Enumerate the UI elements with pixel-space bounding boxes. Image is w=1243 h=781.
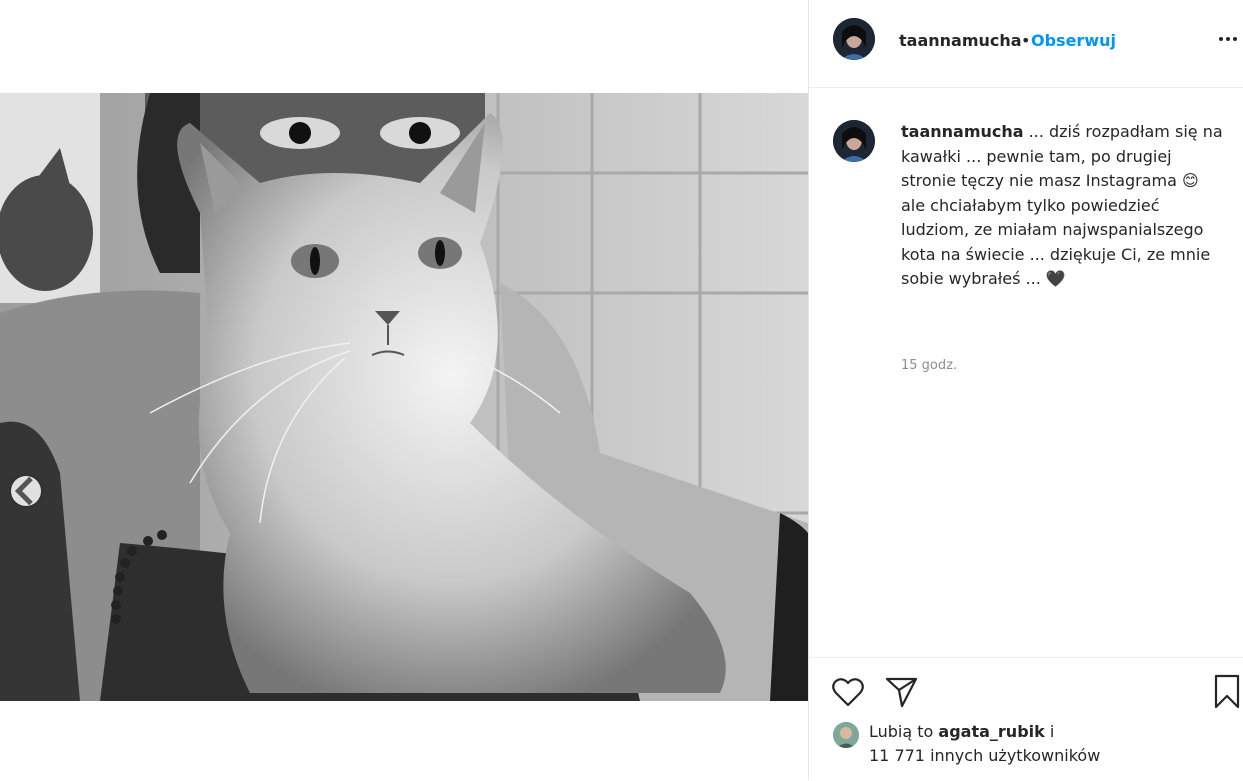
caption-text: ... dziś rozpadłam się na kawałki ... pe… bbox=[901, 122, 1223, 288]
caption-author-avatar[interactable] bbox=[833, 120, 875, 162]
send-icon bbox=[885, 677, 918, 708]
caption-username[interactable]: taannamucha bbox=[901, 122, 1024, 141]
bookmark-icon bbox=[1214, 674, 1240, 709]
likes-summary: Lubią to agata_rubik i bbox=[869, 722, 1054, 741]
post-photo[interactable] bbox=[0, 93, 808, 701]
likes-suffix: i bbox=[1049, 722, 1055, 741]
more-horizontal-icon bbox=[1219, 37, 1237, 41]
likes-prefix: Lubią to bbox=[869, 722, 934, 741]
likes-others-link[interactable]: 11 771 innych użytkowników bbox=[869, 746, 1100, 765]
caption-text-block: taannamucha ... dziś rozpadłam się na ka… bbox=[901, 120, 1226, 292]
post-timestamp[interactable]: 15 godz. bbox=[901, 358, 957, 373]
post-sidebar: taannamucha • Obserwuj taannamucha ... d… bbox=[808, 0, 1243, 780]
carousel-prev-button[interactable] bbox=[11, 476, 41, 506]
post-actions: Lubią to agata_rubik i 11 771 innych uży… bbox=[809, 657, 1243, 781]
author-username[interactable]: taannamucha bbox=[899, 31, 1022, 50]
like-button[interactable] bbox=[831, 676, 865, 712]
liker-avatar[interactable] bbox=[833, 722, 859, 748]
save-button[interactable] bbox=[1213, 674, 1241, 714]
post-media-pane bbox=[0, 0, 808, 780]
heart-icon bbox=[832, 678, 864, 707]
caption-section: taannamucha ... dziś rozpadłam się na ka… bbox=[809, 88, 1243, 656]
post-header: taannamucha • Obserwuj bbox=[809, 0, 1243, 88]
author-avatar[interactable] bbox=[833, 18, 875, 60]
cat-photo-image bbox=[0, 93, 808, 701]
separator-dot: • bbox=[1021, 31, 1031, 50]
more-options-button[interactable] bbox=[1217, 28, 1239, 50]
liker-username[interactable]: agata_rubik bbox=[938, 722, 1044, 741]
follow-button[interactable]: Obserwuj bbox=[1031, 31, 1116, 50]
chevron-left-icon bbox=[14, 476, 33, 506]
share-button[interactable] bbox=[885, 676, 919, 712]
